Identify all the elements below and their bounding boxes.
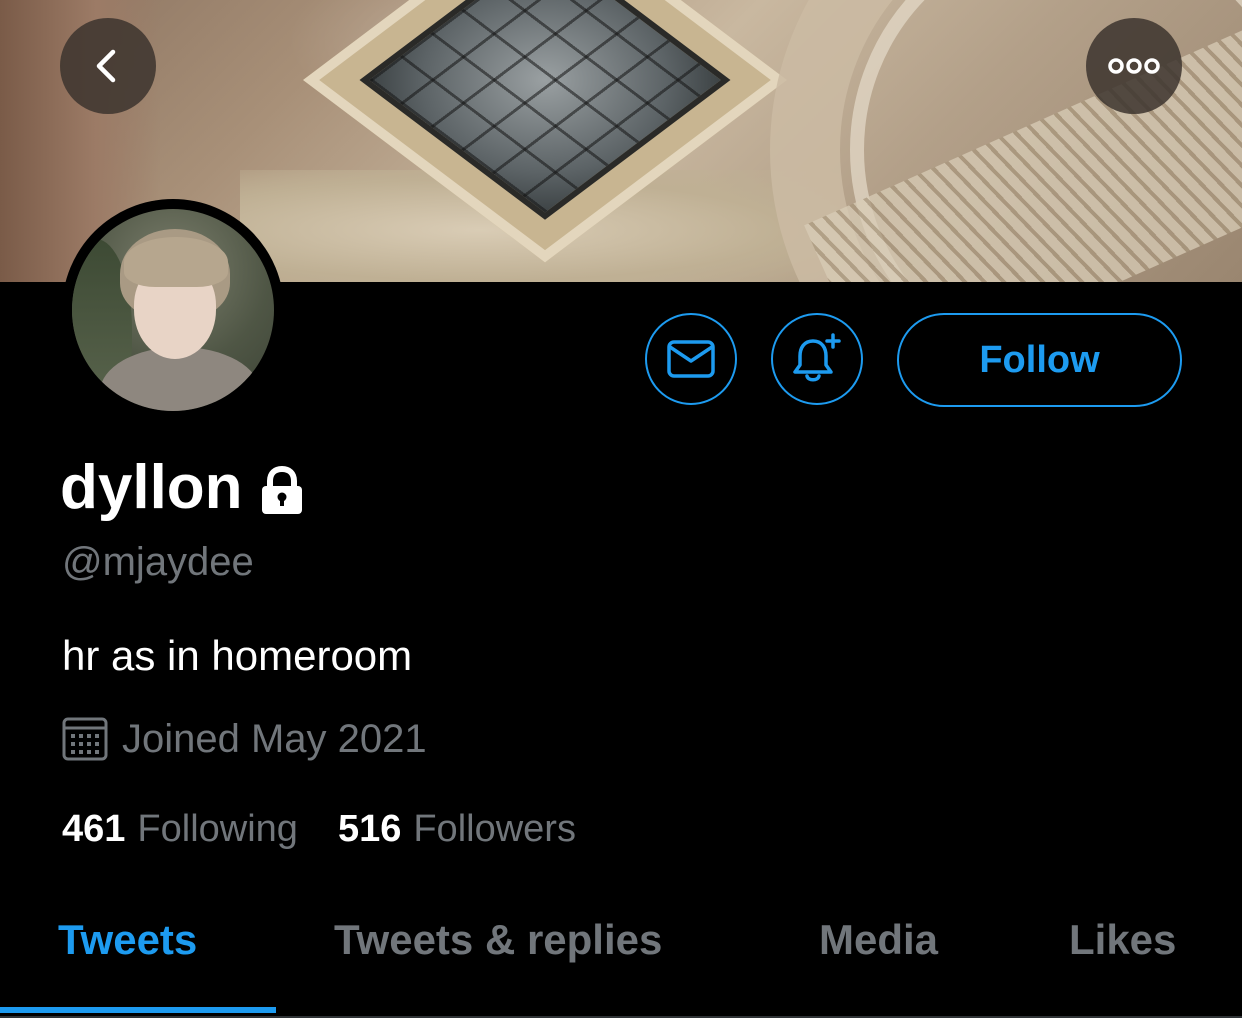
follow-button[interactable]: Follow [897,313,1182,407]
active-tab-indicator [0,1007,276,1013]
followers-label: Followers [413,808,576,850]
message-button[interactable] [645,313,737,405]
profile-tabs: Tweets Tweets & replies Media Likes [0,900,1242,1018]
avatar[interactable] [62,199,284,421]
handle: @mjaydee [62,540,254,584]
tab-media[interactable]: Media [819,916,938,964]
name-row: dyllon [60,452,305,524]
back-button[interactable] [60,18,156,114]
envelope-icon [667,340,715,378]
follow-stats: 461 Following 516 Followers [62,808,616,851]
following-count: 461 [62,808,126,850]
tab-likes[interactable]: Likes [1069,916,1176,964]
calendar-icon [62,717,108,761]
display-name: dyllon [60,453,243,522]
bell-plus-icon [793,333,841,382]
chevron-left-icon [96,49,116,83]
tab-tweets[interactable]: Tweets [58,916,197,964]
joined-row: Joined May 2021 [62,716,427,762]
notifications-button[interactable] [771,313,863,405]
following-link[interactable]: 461 Following [62,808,298,851]
following-label: Following [137,808,298,850]
joined-date: Joined May 2021 [122,716,427,761]
more-options-button[interactable] [1086,18,1182,114]
bio: hr as in homeroom [62,632,413,679]
avatar-image [72,209,274,411]
tab-tweets-replies[interactable]: Tweets & replies [334,916,662,964]
followers-count: 516 [337,808,402,850]
ellipsis-icon [1108,58,1160,74]
followers-link[interactable]: 516 Followers [338,808,576,851]
lock-icon [261,466,302,514]
